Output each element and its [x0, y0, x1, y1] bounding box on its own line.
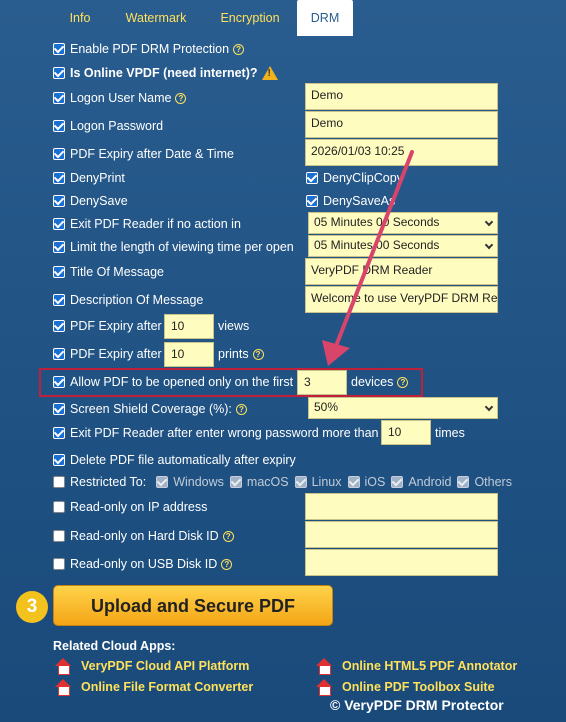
annotation-arrow — [322, 150, 414, 366]
